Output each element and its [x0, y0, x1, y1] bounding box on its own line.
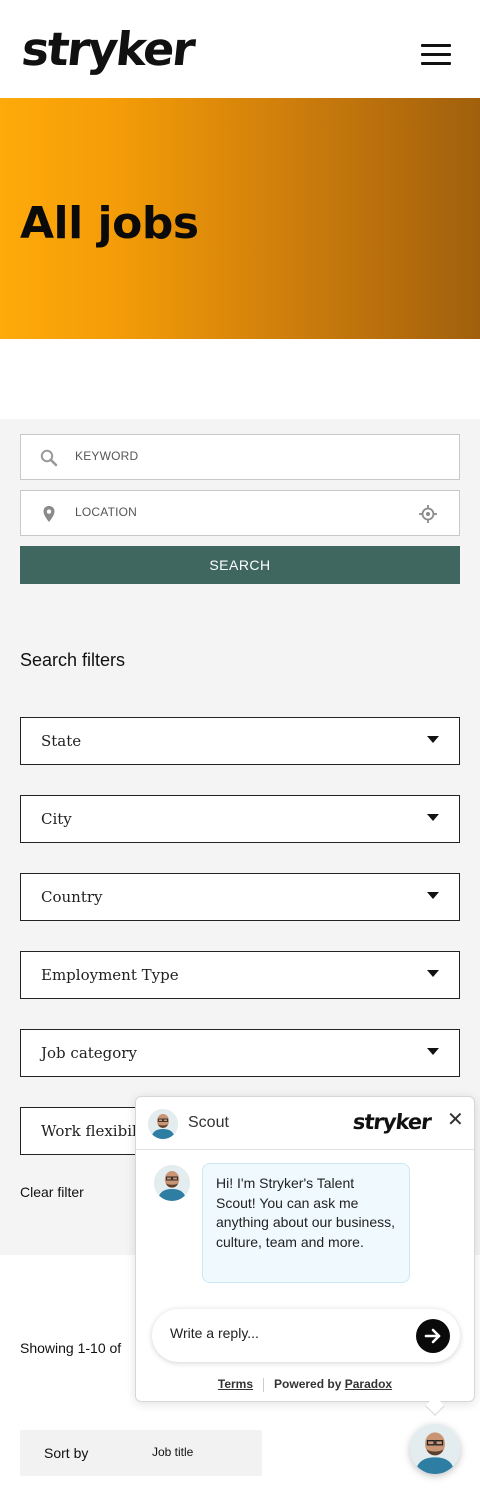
chat-message-bubble: Hi! I'm Stryker's Talent Scout! You can … — [202, 1163, 410, 1283]
sort-label: Sort by — [44, 1445, 89, 1461]
city-filter-dropdown[interactable]: City — [20, 795, 460, 843]
chat-brand-logo: stryker — [351, 1110, 432, 1134]
arrow-right-icon — [424, 1328, 441, 1344]
caret-down-icon — [427, 814, 439, 821]
results-count: Showing 1-10 of — [20, 1340, 122, 1356]
chat-widget: Scout stryker ✕ Hi! I'm Stryker's Talent… — [135, 1096, 475, 1402]
chat-footer: Terms Powered by Paradox — [136, 1377, 474, 1392]
dropdown-label: Country — [41, 888, 103, 906]
powered-by-text: Powered by — [274, 1377, 342, 1391]
keyword-placeholder: KEYWORD — [75, 449, 139, 463]
sort-select[interactable]: Job title — [152, 1445, 193, 1459]
chat-launcher-avatar[interactable] — [410, 1424, 460, 1474]
clear-filter-link[interactable]: Clear filter — [20, 1184, 84, 1200]
hamburger-menu-icon[interactable] — [421, 44, 451, 66]
reply-placeholder: Write a reply... — [170, 1325, 259, 1341]
footer-divider — [263, 1377, 265, 1392]
stryker-logo[interactable]: stryker — [19, 22, 196, 76]
site-header: stryker — [0, 0, 480, 98]
terms-link[interactable]: Terms — [218, 1377, 253, 1391]
message-avatar — [154, 1165, 190, 1201]
hero-banner: All jobs — [0, 98, 480, 339]
page-title: All jobs — [20, 198, 199, 249]
keyword-input[interactable]: KEYWORD — [20, 434, 460, 480]
dropdown-label: Employment Type — [41, 966, 179, 984]
dropdown-label: State — [41, 732, 82, 750]
chat-agent-name: Scout — [188, 1114, 229, 1131]
employment-type-filter-dropdown[interactable]: Employment Type — [20, 951, 460, 999]
location-input[interactable]: LOCATION — [20, 490, 460, 536]
search-button[interactable]: SEARCH — [20, 546, 460, 584]
dropdown-label: City — [41, 810, 72, 828]
search-filters-heading: Search filters — [20, 650, 126, 670]
caret-down-icon — [427, 970, 439, 977]
locate-me-icon[interactable] — [418, 504, 438, 524]
map-pin-icon — [43, 506, 55, 522]
sort-bar: Sort by Job title — [20, 1430, 262, 1476]
send-button[interactable] — [416, 1319, 450, 1353]
paradox-link[interactable]: Paradox — [345, 1377, 392, 1391]
caret-down-icon — [427, 892, 439, 899]
country-filter-dropdown[interactable]: Country — [20, 873, 460, 921]
caret-down-icon — [427, 1048, 439, 1055]
job-category-filter-dropdown[interactable]: Job category — [20, 1029, 460, 1077]
scout-avatar — [148, 1109, 178, 1139]
search-icon — [40, 449, 58, 467]
state-filter-dropdown[interactable]: State — [20, 717, 460, 765]
location-placeholder: LOCATION — [75, 505, 138, 519]
close-icon[interactable]: ✕ — [447, 1110, 464, 1130]
chat-reply-input[interactable]: Write a reply... — [152, 1309, 460, 1362]
dropdown-label: Job category — [41, 1044, 137, 1062]
chat-header: Scout stryker ✕ — [136, 1097, 474, 1150]
caret-down-icon — [427, 736, 439, 743]
